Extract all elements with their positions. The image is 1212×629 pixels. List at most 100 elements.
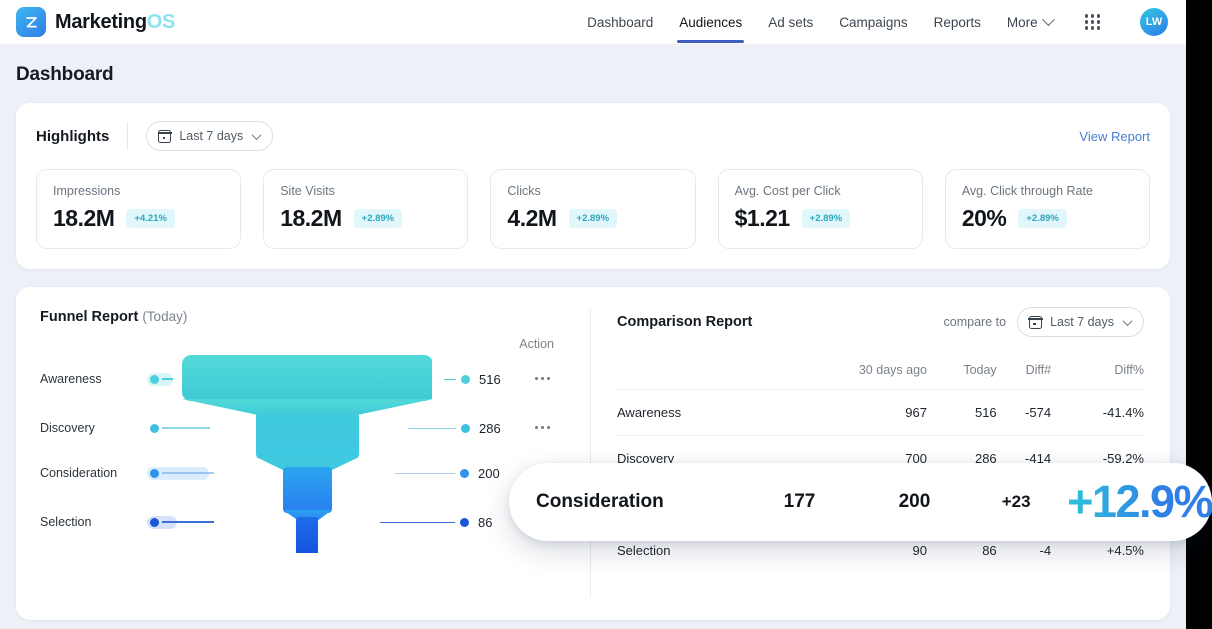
- funnel-right-connector-selection: 86: [380, 515, 492, 530]
- funnel-row-actions-discovery[interactable]: [535, 426, 550, 429]
- funnel-stage-label: Selection: [40, 515, 140, 529]
- nav-item-reports[interactable]: Reports: [934, 2, 981, 43]
- comparison-report-pane: Comparison Report compare to Last 7 days…: [591, 287, 1170, 620]
- funnel-left-connector: [150, 518, 214, 527]
- highlights-card: Highlights Last 7 days View Report Impre…: [16, 103, 1170, 269]
- nav-item-ad-sets[interactable]: Ad sets: [768, 2, 813, 43]
- divider: [127, 122, 128, 150]
- chevron-down-icon: [1042, 13, 1055, 26]
- funnel-chart: Awareness 516 Discovery: [40, 355, 590, 585]
- page-title: Dashboard: [0, 44, 1186, 86]
- funnel-report-pane: Funnel Report (Today) Action: [16, 287, 590, 620]
- brand-name-suffix: OS: [147, 11, 175, 33]
- brand-name: MarketingOS: [55, 11, 175, 34]
- funnel-row-discovery: Discovery: [40, 418, 590, 438]
- col-header-diff-num: Diff#: [997, 363, 1051, 390]
- kpi-label: Impressions: [53, 184, 224, 198]
- nav-item-more[interactable]: More: [1007, 2, 1053, 43]
- highlights-date-range-picker[interactable]: Last 7 days: [146, 121, 273, 151]
- grid-apps-icon[interactable]: [1085, 14, 1100, 29]
- highlighted-row-prev: 177: [743, 491, 855, 513]
- funnel-left-connector: [150, 469, 214, 478]
- highlighted-row-today: 200: [856, 491, 973, 513]
- funnel-title-sub: (Today): [142, 309, 187, 324]
- funnel-stage-label: Awareness: [40, 372, 140, 386]
- view-report-link[interactable]: View Report: [1079, 129, 1150, 144]
- funnel-right-connector-awareness: 516: [444, 372, 501, 387]
- kpi-delta-badge: +2.89%: [1018, 209, 1067, 228]
- calendar-icon: [158, 130, 171, 143]
- action-column-header: Action: [519, 337, 554, 351]
- funnel-report-title: Funnel Report (Today): [40, 309, 590, 325]
- highlighted-row-stage: Consideration: [536, 491, 743, 513]
- table-row[interactable]: Awareness 967 516 -574 -41.4%: [617, 390, 1144, 436]
- date-range-label: Last 7 days: [1050, 315, 1114, 329]
- kpi-card-impressions[interactable]: Impressions 18.2M +4.21%: [36, 169, 241, 249]
- kpi-delta-badge: +2.89%: [569, 209, 618, 228]
- kpi-delta-badge: +2.89%: [802, 209, 851, 228]
- kpi-value: 4.2M: [507, 205, 556, 232]
- kpi-card-avg-cost-per-click[interactable]: Avg. Cost per Click $1.21 +2.89%: [718, 169, 923, 249]
- funnel-row-consideration: Consideration: [40, 463, 590, 483]
- kpi-value: $1.21: [735, 205, 790, 232]
- avatar[interactable]: LW: [1140, 8, 1168, 36]
- main-nav: Dashboard Audiences Ad sets Campaigns Re…: [587, 2, 1168, 43]
- chevron-down-icon: [1123, 316, 1133, 326]
- kpi-delta-badge: +4.21%: [126, 209, 175, 228]
- nav-item-audiences[interactable]: Audiences: [679, 2, 742, 43]
- highlighted-row-pct: +12.9%: [1067, 476, 1212, 528]
- top-navbar: MarketingOS Dashboard Audiences Ad sets …: [0, 0, 1186, 44]
- comparison-report-title: Comparison Report: [617, 314, 752, 330]
- highlights-header: Highlights Last 7 days View Report: [36, 121, 1150, 151]
- kpi-list: Impressions 18.2M +4.21% Site Visits 18.…: [36, 169, 1150, 249]
- funnel-stage-label: Discovery: [40, 421, 140, 435]
- col-header-diff-pct: Diff%: [1051, 363, 1144, 390]
- funnel-row-selection: Selection: [40, 512, 590, 532]
- funnel-right-connector-discovery: 286: [408, 421, 501, 436]
- kpi-label: Site Visits: [280, 184, 451, 198]
- highlighted-consideration-row[interactable]: Consideration 177 200 +23 +12.9%: [509, 463, 1212, 541]
- funnel-row-actions-awareness[interactable]: [535, 377, 550, 380]
- comparison-date-range-picker[interactable]: Last 7 days: [1017, 307, 1144, 337]
- funnel-stage-value: 286: [479, 421, 501, 436]
- compare-to-label: compare to: [944, 315, 1007, 329]
- nav-item-dashboard[interactable]: Dashboard: [587, 2, 653, 43]
- funnel-stage-label: Consideration: [40, 466, 140, 480]
- comparison-header: Comparison Report compare to Last 7 days: [617, 307, 1144, 337]
- cell-today: 516: [927, 390, 997, 436]
- funnel-stage-value: 516: [479, 372, 501, 387]
- col-header-today: Today: [927, 363, 997, 390]
- nav-more-label: More: [1007, 15, 1038, 30]
- col-header-stage: [617, 363, 785, 390]
- kpi-card-avg-click-through-rate[interactable]: Avg. Click through Rate 20% +2.89%: [945, 169, 1150, 249]
- kpi-label: Clicks: [507, 184, 678, 198]
- cell-diff: -574: [997, 390, 1051, 436]
- funnel-title-main: Funnel Report: [40, 309, 138, 325]
- brand-name-main: Marketing: [55, 11, 147, 33]
- funnel-left-connector: [150, 375, 173, 384]
- funnel-row-awareness: Awareness: [40, 369, 590, 389]
- funnel-stage-value: 86: [478, 515, 492, 530]
- z-logo-icon: [16, 7, 46, 37]
- date-range-label: Last 7 days: [179, 129, 243, 143]
- kpi-card-site-visits[interactable]: Site Visits 18.2M +2.89%: [263, 169, 468, 249]
- funnel-left-connector: [150, 424, 210, 433]
- cell-pct: -41.4%: [1051, 390, 1144, 436]
- highlights-title: Highlights: [36, 128, 109, 145]
- kpi-label: Avg. Click through Rate: [962, 184, 1133, 198]
- cell-prev: 967: [785, 390, 927, 436]
- reports-card: Funnel Report (Today) Action: [16, 287, 1170, 620]
- kpi-label: Avg. Cost per Click: [735, 184, 906, 198]
- kpi-delta-badge: +2.89%: [354, 209, 403, 228]
- kpi-value: 18.2M: [280, 205, 341, 232]
- chevron-down-icon: [252, 130, 262, 140]
- kpi-value: 20%: [962, 205, 1007, 232]
- nav-item-campaigns[interactable]: Campaigns: [839, 2, 907, 43]
- brand-logo[interactable]: MarketingOS: [16, 7, 175, 37]
- kpi-value: 18.2M: [53, 205, 114, 232]
- col-header-30-days-ago: 30 days ago: [785, 363, 927, 390]
- table-header-row: 30 days ago Today Diff# Diff%: [617, 363, 1144, 390]
- cell-stage: Awareness: [617, 390, 785, 436]
- kpi-card-clicks[interactable]: Clicks 4.2M +2.89%: [490, 169, 695, 249]
- highlighted-row-diff: +23: [973, 492, 1059, 512]
